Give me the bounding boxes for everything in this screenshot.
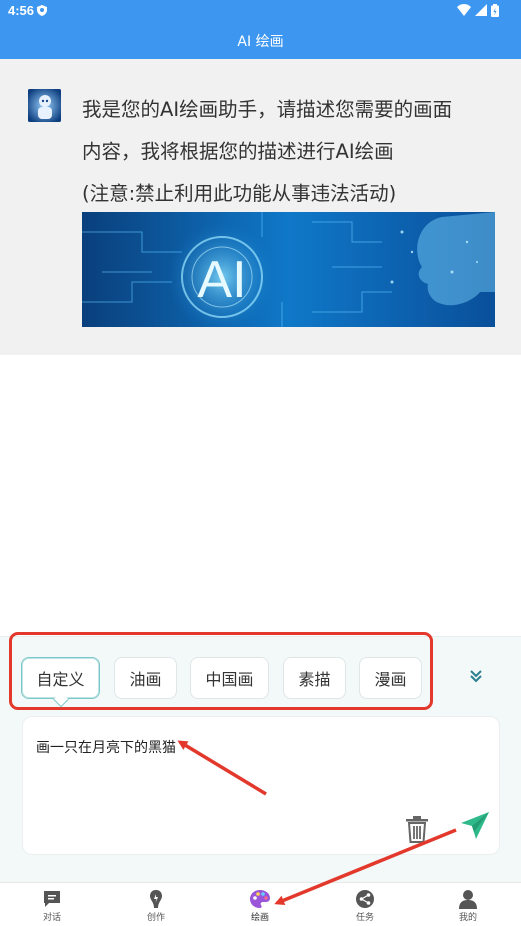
tab-tasks[interactable]: 任务 xyxy=(335,889,395,923)
signal-icon xyxy=(475,4,487,16)
chevron-down-icon[interactable] xyxy=(466,666,486,686)
style-chinese-painting-button[interactable]: 中国画 xyxy=(190,657,269,699)
trash-icon[interactable] xyxy=(404,815,430,843)
status-time: 4:56 xyxy=(8,3,35,18)
app-header: 4:56 AI 绘画 xyxy=(0,0,521,59)
tab-profile[interactable]: 我的 xyxy=(438,889,498,923)
prompt-input[interactable]: 画一只在月亮下的黑猫 xyxy=(36,737,476,757)
bottom-tab-bar: 对话 创作 绘画 任务 我的 xyxy=(0,882,521,926)
style-oil-painting-button[interactable]: 油画 xyxy=(114,657,177,699)
bulb-icon xyxy=(150,890,162,908)
style-custom-button[interactable]: 自定义 xyxy=(21,657,100,699)
tab-create[interactable]: 创作 xyxy=(126,889,186,923)
user-icon xyxy=(459,890,477,909)
assistant-message: 我是您的AI绘画助手，请描述您需要的画面 内容，我将根据您的描述进行AI绘画 (… xyxy=(82,89,502,215)
message-line: (注意:禁止利用此功能从事违法活动) xyxy=(82,182,397,205)
style-sketch-button[interactable]: 素描 xyxy=(283,657,346,699)
ai-banner-image: AI xyxy=(82,212,495,327)
prompt-input-card: 画一只在月亮下的黑猫 xyxy=(22,716,500,855)
tab-label: 任务 xyxy=(355,913,374,923)
status-icons xyxy=(457,3,499,17)
send-icon[interactable] xyxy=(460,811,490,841)
tab-label: 我的 xyxy=(458,913,477,923)
style-comic-button[interactable]: 漫画 xyxy=(359,657,422,699)
battery-icon xyxy=(491,3,499,17)
assistant-avatar xyxy=(28,89,61,122)
palette-icon xyxy=(250,890,270,908)
chat-icon xyxy=(44,891,60,907)
message-line: 我是您的AI绘画助手，请描述您需要的画面 xyxy=(82,98,453,121)
shield-icon xyxy=(37,5,47,16)
tab-label: 对话 xyxy=(42,913,61,923)
status-bar: 4:56 xyxy=(0,0,521,22)
banner-text: AI xyxy=(197,251,246,309)
tab-label: 创作 xyxy=(146,913,165,923)
share-icon xyxy=(356,890,374,908)
chat-area: 我是您的AI绘画助手，请描述您需要的画面 内容，我将根据您的描述进行AI绘画 (… xyxy=(0,59,521,355)
tab-drawing[interactable]: 绘画 xyxy=(230,889,290,923)
wifi-icon xyxy=(457,4,471,16)
page-title: AI 绘画 xyxy=(237,34,284,50)
message-line: 内容，我将根据您的描述进行AI绘画 xyxy=(82,140,394,163)
tab-label: 绘画 xyxy=(250,913,269,923)
tab-chat[interactable]: 对话 xyxy=(22,889,82,923)
